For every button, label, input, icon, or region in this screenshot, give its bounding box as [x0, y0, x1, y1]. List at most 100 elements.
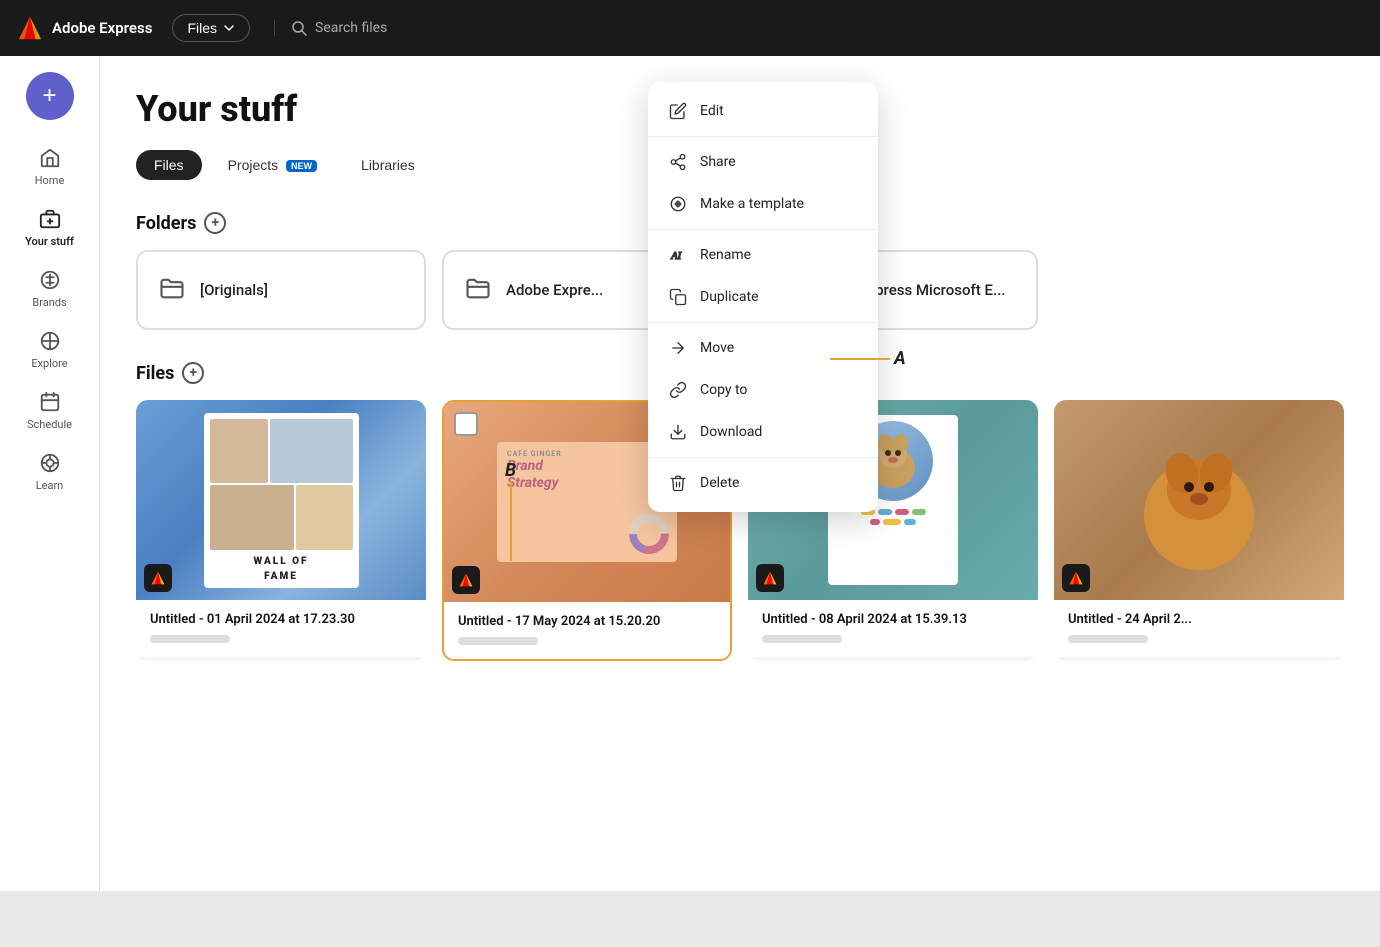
add-button[interactable]: + [26, 72, 74, 120]
delete-icon [668, 473, 688, 493]
share-icon [668, 152, 688, 172]
duplicate-icon [668, 287, 688, 307]
dog-photo-mock [1134, 425, 1264, 575]
tab-files[interactable]: Files [136, 150, 202, 180]
add-file-button[interactable]: + [182, 362, 204, 384]
context-menu: Edit Share Make a template AI Rename Dup… [648, 82, 878, 512]
search-icon [291, 20, 307, 36]
annotation-b-label: B [505, 460, 516, 481]
sidebar-item-schedule[interactable]: Schedule [10, 380, 90, 441]
template-icon [668, 194, 688, 214]
context-menu-download[interactable]: Download [648, 411, 878, 453]
file-card-1[interactable]: WALL OF FAME Untitled - 01 April 2024 at… [136, 400, 426, 661]
svg-text:AI: AI [670, 251, 681, 262]
annotation-a-line [830, 358, 890, 360]
file-card-title-2: Untitled - 17 May 2024 at 15.20.20 [458, 614, 716, 629]
context-rename-label: Rename [700, 247, 751, 263]
sidebar-item-home[interactable]: Home [10, 136, 90, 197]
folder-icon [158, 274, 186, 306]
annotation-a: A [830, 348, 906, 369]
app-name: Adobe Express [52, 19, 152, 37]
explore-icon [38, 329, 62, 353]
folders-title: Folders [136, 213, 196, 234]
file-card-info-4: Untitled - 24 April 2... [1054, 600, 1344, 657]
select-checkbox-2[interactable] [454, 412, 478, 436]
adobe-badge-4 [1062, 564, 1090, 592]
adobe-badge-1 [144, 564, 172, 592]
learn-icon [38, 451, 62, 475]
file-card-info-3: Untitled - 08 April 2024 at 15.39.13 [748, 600, 1038, 657]
sidebar-item-learn[interactable]: Learn [10, 441, 90, 502]
add-folder-button[interactable]: + [204, 212, 226, 234]
context-menu-copy-to[interactable]: Copy to [648, 369, 878, 411]
new-badge: NEW [286, 160, 317, 172]
adobe-badge-3 [756, 564, 784, 592]
sidebar-label-your-stuff: Your stuff [25, 235, 74, 248]
sidebar-label-learn: Learn [36, 479, 64, 492]
home-icon [38, 146, 62, 170]
context-edit-label: Edit [700, 103, 724, 119]
divider-3 [648, 322, 878, 323]
schedule-icon [38, 390, 62, 414]
file-card-sub-2 [458, 637, 538, 645]
sidebar-label-home: Home [35, 174, 65, 187]
rename-icon: AI [668, 245, 688, 265]
context-share-label: Share [700, 154, 736, 170]
folder-card-originals[interactable]: [Originals] [136, 250, 426, 330]
annotation-a-label: A [894, 348, 906, 369]
context-menu-delete[interactable]: Delete [648, 462, 878, 504]
file-card-4[interactable]: Untitled - 24 April 2... [1054, 400, 1344, 661]
context-copy-to-label: Copy to [700, 382, 747, 398]
context-delete-label: Delete [700, 475, 739, 491]
context-menu-rename[interactable]: AI Rename [648, 234, 878, 276]
sidebar-item-brands[interactable]: Brands [10, 258, 90, 319]
files-dropdown[interactable]: Files [172, 14, 250, 42]
sidebar-label-brands: Brands [32, 296, 66, 309]
divider-1 [648, 136, 878, 137]
file-card-sub-1 [150, 635, 230, 643]
context-menu-edit[interactable]: Edit [648, 90, 878, 132]
context-menu-share[interactable]: Share [648, 141, 878, 183]
file-card-info-1: Untitled - 01 April 2024 at 17.23.30 [136, 600, 426, 657]
context-menu-make-template[interactable]: Make a template [648, 183, 878, 225]
file-card-info-2: Untitled - 17 May 2024 at 15.20.20 [444, 602, 730, 659]
chevron-down-icon [223, 22, 235, 34]
folder-name-originals: [Originals] [200, 281, 268, 299]
folder-name-adobe-expre: Adobe Expre... [506, 281, 603, 299]
sidebar-item-your-stuff[interactable]: Your stuff [10, 197, 90, 258]
divider-2 [648, 229, 878, 230]
file-card-sub-3 [762, 635, 842, 643]
divider-4 [648, 457, 878, 458]
collage-mock-1: WALL OF FAME [136, 400, 426, 600]
context-move-label: Move [700, 340, 734, 356]
file-card-title-4: Untitled - 24 April 2... [1068, 612, 1330, 627]
sidebar-label-schedule: Schedule [27, 418, 72, 431]
adobe-badge-2 [452, 566, 480, 594]
folder-icon-2 [464, 274, 492, 306]
sidebar-item-explore[interactable]: Explore [10, 319, 90, 380]
file-thumb-1: WALL OF FAME [136, 400, 426, 600]
annotation-b-line [510, 481, 512, 561]
box-icon [38, 207, 62, 231]
move-icon [668, 338, 688, 358]
files-title: Files [136, 363, 174, 384]
context-duplicate-label: Duplicate [700, 289, 759, 305]
tab-libraries[interactable]: Libraries [343, 150, 433, 180]
brand-chart [629, 514, 669, 554]
context-make-template-label: Make a template [700, 196, 804, 212]
copy-icon [668, 380, 688, 400]
context-menu-duplicate[interactable]: Duplicate [648, 276, 878, 318]
file-thumb-4 [1054, 400, 1344, 600]
file-card-title-3: Untitled - 08 April 2024 at 15.39.13 [762, 612, 1024, 627]
download-icon [668, 422, 688, 442]
tab-projects[interactable]: Projects NEW [210, 150, 335, 180]
sidebar-label-explore: Explore [31, 357, 67, 370]
search-bar[interactable]: Search files [274, 20, 387, 36]
adobe-logo-icon [16, 14, 44, 42]
context-download-label: Download [700, 424, 762, 440]
annotation-b: B [505, 460, 516, 561]
search-placeholder: Search files [315, 20, 387, 36]
logo-area: Adobe Express [16, 14, 152, 42]
edit-icon [668, 101, 688, 121]
brands-icon [38, 268, 62, 292]
